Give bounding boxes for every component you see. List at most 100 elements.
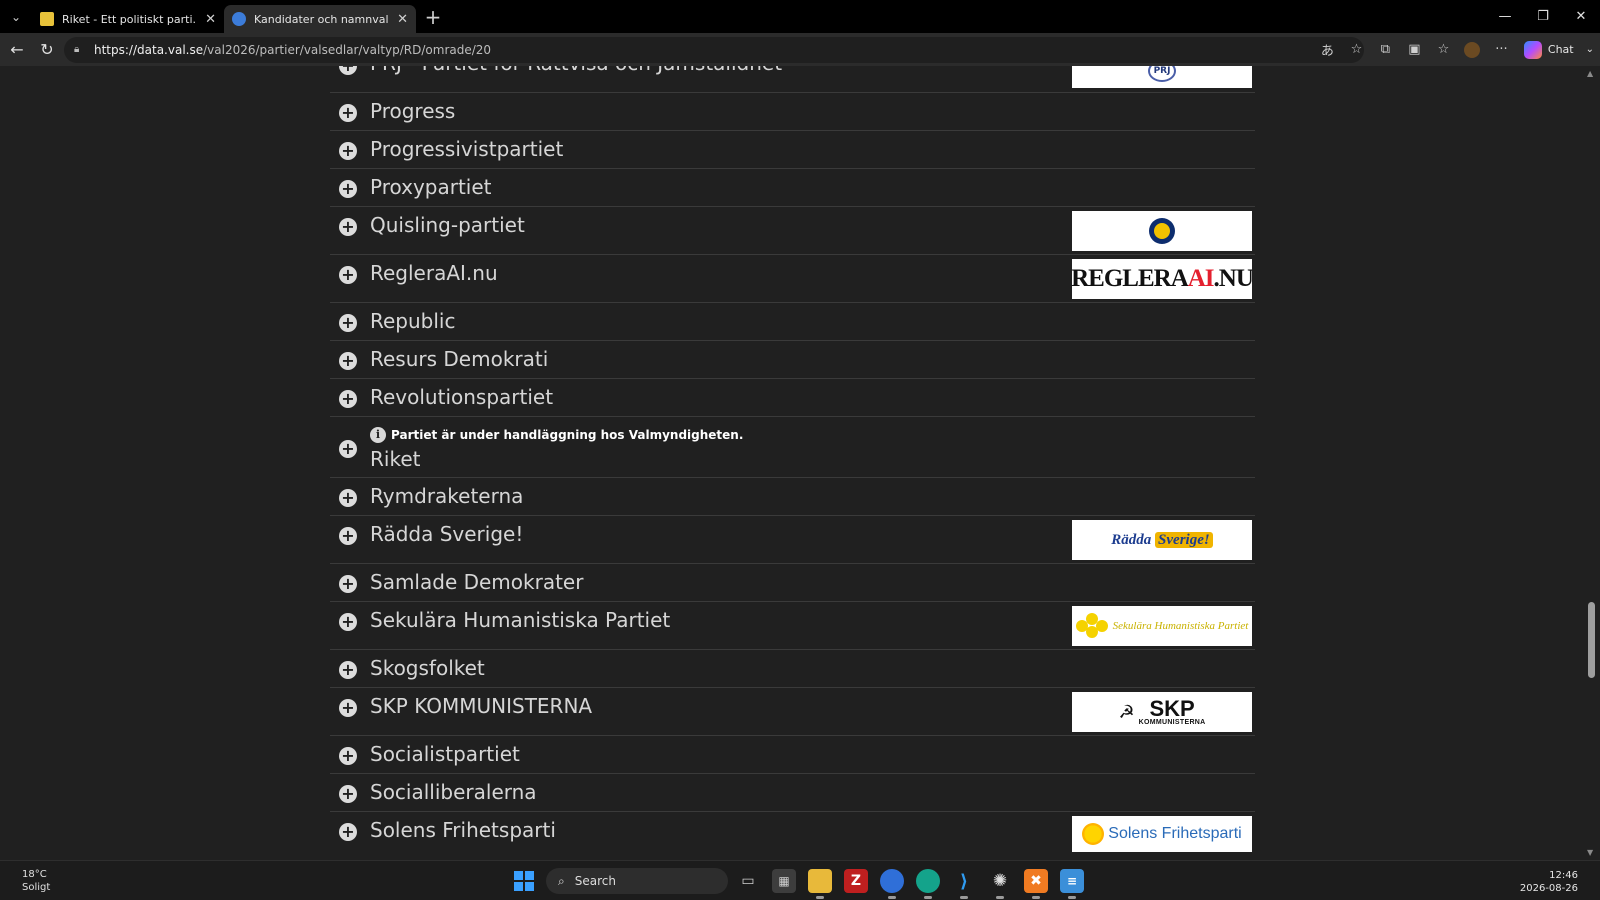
vscode-icon[interactable]: ⟩ <box>952 869 976 899</box>
weather-widget[interactable]: 18°C Soligt <box>22 868 50 894</box>
party-logo: REGLERAAI.NU <box>1072 259 1252 299</box>
file-explorer-folder-icon[interactable] <box>808 869 832 899</box>
new-tab-plus-icon[interactable]: + <box>418 2 448 32</box>
tab-riket[interactable]: Riket - Ett politiskt parti. Gör Sverig … <box>32 5 224 33</box>
scrollbar-thumb[interactable] <box>1588 602 1595 678</box>
profile-avatar-icon[interactable] <box>1458 33 1487 66</box>
expand-plus-icon[interactable]: + <box>339 104 357 122</box>
party-name: Skogsfolket <box>370 656 485 680</box>
party-row[interactable]: + Republic <box>330 303 1255 341</box>
party-name: Solens Frihetsparti <box>370 818 556 842</box>
tab-valmyndigheten[interactable]: Kandidater och namnvalsedlar | Va ✕ <box>224 5 416 33</box>
xampp-icon[interactable]: ✖ <box>1024 869 1048 899</box>
task-view-icon[interactable]: ▭ <box>736 869 760 893</box>
scroll-down-arrow-icon[interactable]: ▼ <box>1587 848 1593 857</box>
extensions-puzzle-icon[interactable]: ⧉ <box>1371 33 1400 66</box>
party-name: Progressivistpartiet <box>370 137 564 161</box>
party-row[interactable]: + Samlade Demokrater <box>330 564 1255 602</box>
url-path: /val2026/partier/valsedlar/valtyp/RD/omr… <box>203 42 492 57</box>
party-row[interactable]: + Socialistpartiet <box>330 736 1255 774</box>
tab-actions-menu-icon[interactable]: ⌄ <box>0 0 32 33</box>
riket-favicon-icon <box>40 12 54 26</box>
expand-plus-icon[interactable]: + <box>339 489 357 507</box>
chatgpt-icon[interactable]: ✺ <box>988 869 1012 899</box>
party-row[interactable]: + Resurs Demokrati <box>330 341 1255 379</box>
back-arrow-icon[interactable]: ← <box>2 35 32 65</box>
expand-plus-icon[interactable]: + <box>339 66 357 75</box>
party-name: Samlade Demokrater <box>370 570 584 594</box>
favorites-icon[interactable]: ☆ <box>1429 33 1458 66</box>
party-row[interactable]: + Rädda Sverige! Rädda Sverige! <box>330 516 1255 564</box>
expand-plus-icon[interactable]: + <box>339 266 357 284</box>
thunderbird-icon[interactable] <box>880 869 904 899</box>
taskbar-search-box[interactable]: ⌕ Search <box>546 868 728 894</box>
copilot-chat-button[interactable]: Chat ⌄ <box>1516 33 1600 66</box>
expand-plus-icon[interactable]: + <box>339 699 357 717</box>
expand-plus-icon[interactable]: + <box>339 747 357 765</box>
refresh-icon[interactable]: ↻ <box>32 35 62 65</box>
party-row[interactable]: + Skogsfolket <box>330 650 1255 688</box>
weather-temp: 18°C <box>22 869 47 880</box>
browser-toolbar: ← ↻ 🔒︎ https://data.val.se/val2026/parti… <box>0 33 1600 66</box>
split-screen-icon[interactable]: ▣ <box>1400 33 1429 66</box>
close-tab-icon[interactable]: ✕ <box>397 12 408 27</box>
party-logo <box>1072 211 1252 251</box>
party-row[interactable]: + Quisling-partiet <box>330 207 1255 255</box>
party-row[interactable]: + PRJ - Partiet för Rättvisa och Jämstäl… <box>330 66 1255 93</box>
expand-plus-icon[interactable]: + <box>339 142 357 160</box>
translate-icon[interactable]: あ <box>1313 33 1342 66</box>
quisling-seal-icon <box>1149 218 1175 244</box>
party-row[interactable]: + Sekulära Humanistiska Partiet Sekulära… <box>330 602 1255 650</box>
party-row[interactable]: + i Partiet är under handläggning hos Va… <box>330 417 1255 478</box>
favorite-star-icon[interactable]: ☆ <box>1342 33 1371 66</box>
party-row[interactable]: + Progress <box>330 93 1255 131</box>
logo-text: Solens Frihetsparti <box>1108 825 1242 842</box>
search-placeholder: Search <box>574 874 616 888</box>
logo-text: SKP <box>1149 695 1195 721</box>
close-tab-icon[interactable]: ✕ <box>205 12 216 27</box>
more-menu-icon[interactable]: ··· <box>1487 33 1516 66</box>
party-logo: PRJ <box>1072 66 1252 88</box>
edge-browser-icon[interactable] <box>916 869 940 899</box>
expand-plus-icon[interactable]: + <box>339 613 357 631</box>
expand-plus-icon[interactable]: + <box>339 352 357 370</box>
party-row[interactable]: + SKP KOMMUNISTERNA ☭ SKP KOMMUNISTERNA <box>330 688 1255 736</box>
notepad-icon[interactable]: ≡ <box>1060 869 1084 899</box>
expand-plus-icon[interactable]: + <box>339 823 357 841</box>
party-row[interactable]: + Revolutionspartiet <box>330 379 1255 417</box>
scroll-up-arrow-icon[interactable]: ▲ <box>1587 69 1593 78</box>
expand-plus-icon[interactable]: + <box>339 390 357 408</box>
party-name: RegleraAI.nu <box>370 261 498 285</box>
expand-plus-icon[interactable]: + <box>339 527 357 545</box>
solens-logo: Solens Frihetsparti <box>1082 823 1242 845</box>
close-window-icon[interactable]: ✕ <box>1562 0 1600 33</box>
filezilla-icon[interactable]: Z <box>844 869 868 893</box>
system-clock[interactable]: 12:46 2026-08-26 <box>1520 869 1578 895</box>
party-row[interactable]: + Socialliberalerna <box>330 774 1255 812</box>
expand-plus-icon[interactable]: + <box>339 180 357 198</box>
address-bar[interactable]: 🔒︎ https://data.val.se/val2026/partier/v… <box>64 36 1364 63</box>
window-controls: — ❐ ✕ <box>1486 0 1600 33</box>
party-row[interactable]: + Solens Frihetsparti Solens Frihetspart… <box>330 812 1255 860</box>
expand-plus-icon[interactable]: + <box>339 575 357 593</box>
party-logo: Solens Frihetsparti <box>1072 816 1252 852</box>
start-windows-icon[interactable] <box>514 871 534 891</box>
expand-plus-icon[interactable]: + <box>339 785 357 803</box>
windows-taskbar: 18°C Soligt ⌕ Search ▭ ▦ Z ⟩ ✺ ✖ ≡ 12:46… <box>0 860 1600 900</box>
chevron-down-icon: ⌄ <box>1585 44 1594 55</box>
page-scrollbar[interactable]: ▲ ▼ <box>1583 66 1600 860</box>
expand-plus-icon[interactable]: + <box>339 661 357 679</box>
expand-plus-icon[interactable]: + <box>339 218 357 236</box>
expand-plus-icon[interactable]: + <box>339 440 357 458</box>
lock-icon: 🔒︎ <box>74 43 80 55</box>
party-row[interactable]: + RegleraAI.nu REGLERAAI.NU <box>330 255 1255 303</box>
restore-icon[interactable]: ❐ <box>1524 0 1562 33</box>
party-row[interactable]: + Proxypartiet <box>330 169 1255 207</box>
party-row[interactable]: + Progressivistpartiet <box>330 131 1255 169</box>
calculator-icon[interactable]: ▦ <box>772 869 796 893</box>
chat-label: Chat <box>1547 43 1574 56</box>
minimize-icon[interactable]: — <box>1486 0 1524 33</box>
logo-text: Sverige! <box>1155 531 1213 548</box>
expand-plus-icon[interactable]: + <box>339 314 357 332</box>
party-row[interactable]: + Rymdraketerna <box>330 478 1255 516</box>
